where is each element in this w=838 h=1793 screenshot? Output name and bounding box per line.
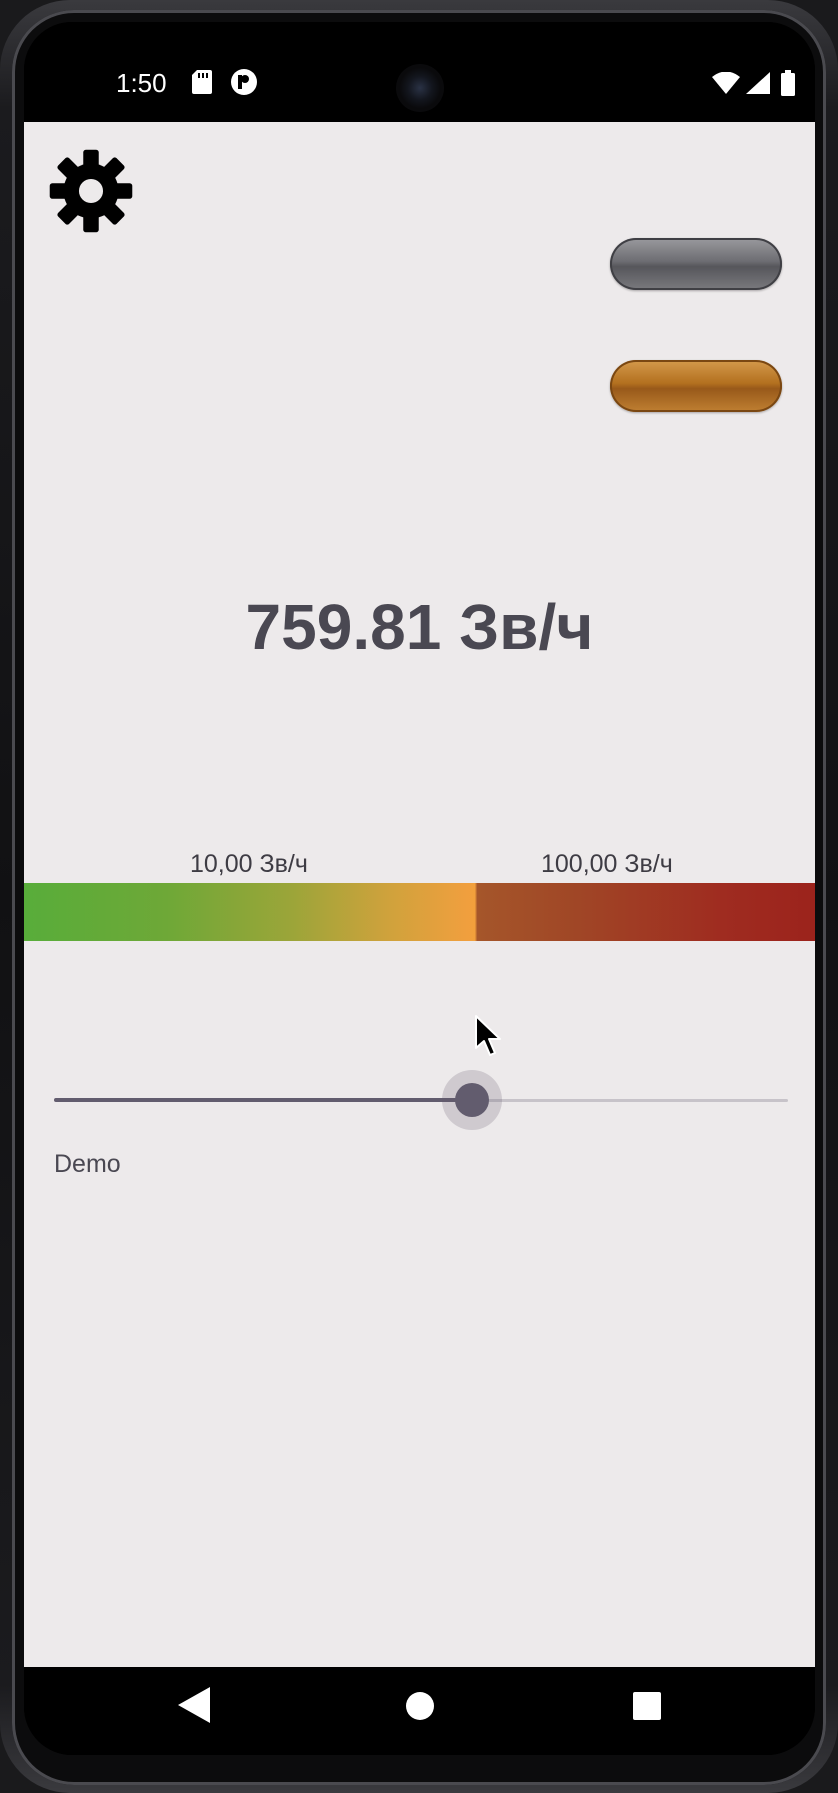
slider-track-active[interactable] [54,1098,472,1102]
home-icon[interactable] [406,1692,434,1720]
screen: 1:50 759.81 Зв/ч 10,00 Зв/ч 100,00 Зв/ч … [24,22,815,1755]
low-threshold-label: 10,00 Зв/ч [190,850,308,878]
orange-pill-button[interactable] [610,360,782,412]
slider-track-inactive[interactable] [472,1099,788,1102]
navigation-bar [24,1667,815,1755]
sd-card-icon [192,70,212,94]
status-time: 1:50 [116,68,167,98]
gear-icon[interactable] [48,148,134,234]
front-camera [396,64,444,112]
app-content: 759.81 Зв/ч 10,00 Зв/ч 100,00 Зв/ч Demo [24,122,815,1667]
signal-icon [746,72,770,94]
dose-scale-bar [24,883,815,941]
slider-label: Demo [54,1150,121,1178]
battery-icon [781,70,795,96]
gray-pill-button[interactable] [610,238,782,290]
recents-icon[interactable] [633,1692,661,1720]
slider-thumb[interactable] [455,1083,489,1117]
dose-rate-reading: 759.81 Зв/ч [245,591,594,663]
p-notification-icon [231,69,257,95]
status-bar: 1:50 [24,22,815,122]
demo-slider[interactable] [54,1070,788,1130]
phone-frame: 1:50 759.81 Зв/ч 10,00 Зв/ч 100,00 Зв/ч … [0,0,838,1793]
back-icon[interactable] [178,1687,210,1723]
wifi-icon [712,72,740,94]
high-threshold-label: 100,00 Зв/ч [541,850,673,878]
mouse-cursor-icon [475,1015,501,1056]
